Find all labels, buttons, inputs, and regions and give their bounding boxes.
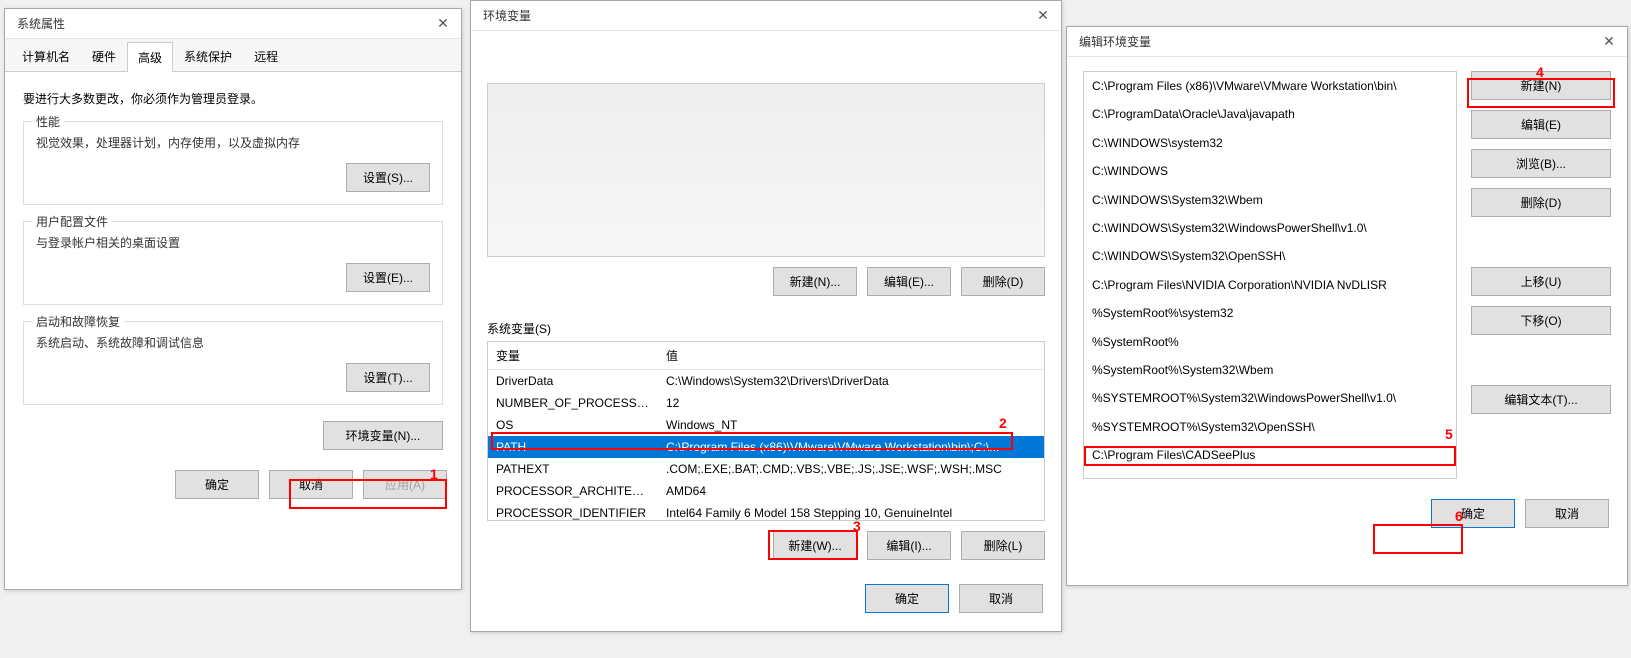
annotation-4: 4 [1536,64,1544,80]
browse-button[interactable]: 浏览(B)... [1471,149,1611,178]
edit-env-var-window: 编辑环境变量 ✕ C:\Program Files (x86)\VMware\V… [1066,26,1628,586]
list-item[interactable]: C:\Program Files (x86)\VMware\VMware Wor… [1084,72,1456,100]
annotation-5: 5 [1445,426,1453,442]
list-item[interactable]: %SystemRoot%\System32\Wbem [1084,356,1456,384]
legend-performance: 性能 [32,113,64,130]
list-item[interactable]: C:\WINDOWS [1084,157,1456,185]
window-title: 系统属性 [17,15,65,32]
move-up-button[interactable]: 上移(U) [1471,267,1611,296]
list-item[interactable]: %SystemRoot% [1084,328,1456,356]
titlebar[interactable]: 编辑环境变量 ✕ [1067,27,1627,57]
list-item[interactable]: C:\WINDOWS\System32\OpenSSH\ [1084,242,1456,270]
col-value[interactable]: 值 [658,342,1044,370]
legend-startup: 启动和故障恢复 [32,313,124,330]
list-item[interactable]: D:\AHL-GEC-IDE(4.37)\gcc\bin [1084,469,1456,479]
tab-2[interactable]: 高级 [127,42,173,72]
table-row[interactable]: PATHC:\Program Files (x86)\VMware\VMware… [488,436,1044,458]
sys-vars-label: 系统变量(S) [487,320,1045,337]
annotation-3: 3 [853,518,861,534]
tab-4[interactable]: 远程 [243,41,289,71]
window-title: 环境变量 [483,7,531,24]
desc-startup: 系统启动、系统故障和调试信息 [36,334,430,351]
list-item[interactable]: %SYSTEMROOT%\System32\WindowsPowerShell\… [1084,384,1456,412]
edit-text-button[interactable]: 编辑文本(T)... [1471,385,1611,414]
user-delete-button[interactable]: 删除(D) [961,267,1045,296]
close-icon[interactable]: ✕ [433,14,453,34]
titlebar[interactable]: 系统属性 ✕ [5,9,461,39]
table-row[interactable]: PATHEXT.COM;.EXE;.BAT;.CMD;.VBS;.VBE;.JS… [488,458,1044,480]
desc-profiles: 与登录帐户相关的桌面设置 [36,234,430,251]
move-down-button[interactable]: 下移(O) [1471,306,1611,335]
tab-bar: 计算机名硬件高级系统保护远程 [5,39,461,72]
table-row[interactable]: NUMBER_OF_PROCESSORS12 [488,392,1044,414]
cancel-button[interactable]: 取消 [269,470,353,499]
group-user-profiles: 用户配置文件 与登录帐户相关的桌面设置 设置(E)... [23,221,443,305]
user-vars-table-blurred[interactable] [487,83,1045,257]
env-vars-window: 环境变量 ✕ ▬▬▬▬ 新建(N)... 编辑(E)... 删除(D) 系统变量… [470,0,1062,632]
tab-3[interactable]: 系统保护 [173,41,243,71]
table-row[interactable]: PROCESSOR_IDENTIFIERIntel64 Family 6 Mod… [488,502,1044,521]
group-performance: 性能 视觉效果，处理器计划，内存使用，以及虚拟内存 设置(S)... [23,121,443,205]
list-item[interactable]: %SystemRoot%\system32 [1084,299,1456,327]
ok-button[interactable]: 确定 [1431,499,1515,528]
cancel-button[interactable]: 取消 [959,584,1043,613]
env-vars-button[interactable]: 环境变量(N)... [323,421,443,450]
table-row[interactable]: PROCESSOR_ARCHITECT...AMD64 [488,480,1044,502]
user-new-button[interactable]: 新建(N)... [773,267,857,296]
cancel-button[interactable]: 取消 [1525,499,1609,528]
edit-button[interactable]: 编辑(E) [1471,110,1611,139]
titlebar[interactable]: 环境变量 ✕ [471,1,1061,31]
col-variable[interactable]: 变量 [488,342,658,370]
annotation-2: 2 [999,415,1007,431]
user-edit-button[interactable]: 编辑(E)... [867,267,951,296]
tab-1[interactable]: 硬件 [81,41,127,71]
sys-delete-button[interactable]: 删除(L) [961,531,1045,560]
list-item[interactable]: C:\ProgramData\Oracle\Java\javapath [1084,100,1456,128]
path-list[interactable]: C:\Program Files (x86)\VMware\VMware Wor… [1083,71,1457,479]
system-properties-window: 系统属性 ✕ 计算机名硬件高级系统保护远程 要进行大多数更改，你必须作为管理员登… [4,8,462,590]
ok-button[interactable]: 确定 [175,470,259,499]
window-title: 编辑环境变量 [1079,33,1151,50]
close-icon[interactable]: ✕ [1033,6,1053,26]
list-item[interactable]: C:\Program Files\CADSeePlus [1084,441,1456,469]
settings-startup-button[interactable]: 设置(T)... [346,363,430,392]
settings-performance-button[interactable]: 设置(S)... [346,163,430,192]
list-item[interactable]: C:\WINDOWS\System32\Wbem [1084,186,1456,214]
ok-button[interactable]: 确定 [865,584,949,613]
sys-new-button[interactable]: 新建(W)... [773,531,857,560]
tab-0[interactable]: 计算机名 [11,41,81,71]
list-item[interactable]: C:\WINDOWS\System32\WindowsPowerShell\v1… [1084,214,1456,242]
sys-vars-table[interactable]: 变量 值 DriverDataC:\Windows\System32\Drive… [487,341,1045,521]
annotation-1: 1 [430,466,438,482]
list-item[interactable]: C:\WINDOWS\system32 [1084,129,1456,157]
delete-button[interactable]: 删除(D) [1471,188,1611,217]
sys-edit-button[interactable]: 编辑(I)... [867,531,951,560]
settings-profiles-button[interactable]: 设置(E)... [346,263,430,292]
annotation-6: 6 [1455,508,1463,524]
list-item[interactable]: %SYSTEMROOT%\System32\OpenSSH\ [1084,413,1456,441]
legend-profiles: 用户配置文件 [32,213,112,230]
admin-note: 要进行大多数更改，你必须作为管理员登录。 [23,90,443,107]
table-row[interactable]: DriverDataC:\Windows\System32\Drivers\Dr… [488,370,1044,393]
close-icon[interactable]: ✕ [1599,32,1619,52]
group-startup: 启动和故障恢复 系统启动、系统故障和调试信息 设置(T)... [23,321,443,405]
table-row[interactable]: OSWindows_NT [488,414,1044,436]
list-item[interactable]: C:\Program Files\NVIDIA Corporation\NVID… [1084,271,1456,299]
desc-performance: 视觉效果，处理器计划，内存使用，以及虚拟内存 [36,134,430,151]
